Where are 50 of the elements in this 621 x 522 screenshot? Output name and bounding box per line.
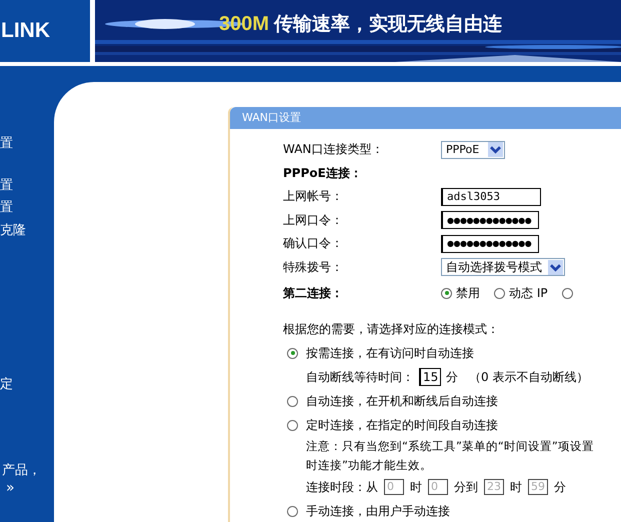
hint-text: （0 表示不自动断线）	[469, 368, 588, 386]
sidebar-item[interactable]: 置	[0, 176, 13, 194]
radio-icon[interactable]	[287, 420, 298, 430]
mode-option-label: 定时连接，在指定的时间段自动连接	[306, 416, 498, 434]
mode-option-label: 按需连接，在有访问时自动连接	[306, 344, 474, 362]
radio-icon[interactable]	[494, 288, 505, 298]
connection-type-select[interactable]: PPPoE	[441, 140, 505, 159]
field-label: 确认口令：	[283, 235, 344, 252]
field-label: 上网帐号：	[283, 188, 344, 206]
unit-text: 时	[510, 478, 522, 496]
mode-prompt: 根据您的需要，请选择对应的连接模式：	[283, 321, 500, 338]
note-text: 注意：只有当您到“系统工具”菜单的“时间设置”项设置	[305, 438, 595, 455]
field-label: 特殊拨号：	[283, 258, 344, 276]
password-field[interactable]: ●●●●●●●●●●●●●	[441, 234, 539, 253]
sidebar-text: 产品，	[2, 462, 41, 479]
more-link[interactable]: »	[6, 480, 15, 496]
radio-icon[interactable]	[441, 288, 452, 298]
section-label: PPPoE连接：	[283, 164, 363, 182]
banner-slogan-number: 300M	[219, 12, 270, 36]
unit-text: 分	[554, 478, 566, 496]
radio-icon[interactable]	[562, 288, 573, 298]
unit-text: 分	[446, 368, 458, 386]
note-text: 时连接”功能才能生效。	[305, 457, 433, 474]
field-label: 自动断线等待时间：	[306, 368, 414, 386]
sidebar-item[interactable]: 定	[0, 375, 13, 393]
field-label: 连接时段：从	[306, 478, 378, 496]
field-label: 第二连接：	[283, 284, 344, 302]
sidebar-item[interactable]: 置	[0, 134, 13, 152]
logo: LINK	[1, 19, 50, 43]
account-field[interactable]: adsl3053	[441, 188, 541, 206]
mode-option-label: 自动连接，在开机和断线后自动连接	[306, 392, 498, 410]
unit-text: 分到	[454, 478, 478, 496]
dial-mode-select[interactable]: 自动选择拨号模式	[441, 258, 565, 276]
radio-icon[interactable]	[287, 396, 298, 406]
field-label: WAN口连接类型：	[283, 141, 384, 158]
radio-option[interactable]: 禁用	[441, 284, 480, 302]
sidebar-item[interactable]: 克隆	[0, 221, 26, 239]
dropdown-icon	[548, 260, 563, 275]
radio-icon[interactable]	[287, 506, 298, 516]
sidebar-item[interactable]: 置	[0, 198, 13, 216]
unit-text: 时	[410, 478, 422, 496]
mode-option-label: 手动连接，由用户手动连接	[306, 502, 450, 520]
password-field[interactable]: ●●●●●●●●●●●●●	[441, 211, 539, 230]
radio-icon[interactable]	[287, 348, 298, 358]
field-label: 上网口令：	[283, 212, 344, 229]
idle-time-field[interactable]: 15	[419, 368, 441, 386]
dropdown-icon	[488, 142, 503, 158]
panel-title: WAN口设置	[230, 107, 621, 129]
banner-slogan: 传输速率，实现无线自由连	[274, 12, 502, 37]
radio-option[interactable]: 动态 IP	[494, 284, 548, 302]
